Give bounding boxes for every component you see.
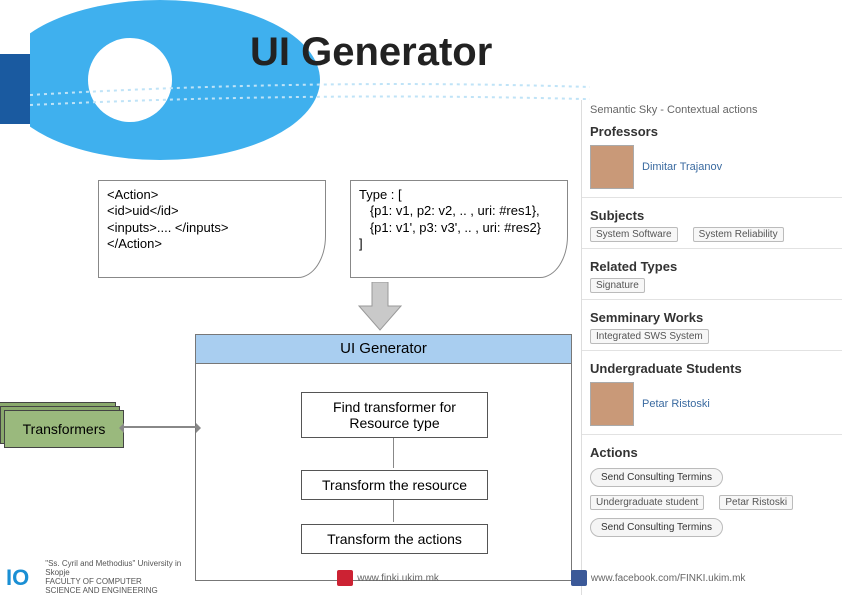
footer: IO "Ss. Cyril and Methodius" University … [0,561,842,595]
tag-action[interactable]: Undergraduate student [590,495,704,510]
connector-line [393,438,394,468]
ui-generator-box: UI Generator Find transformer for Resour… [195,334,572,581]
section-related-types: Related Types [582,253,842,276]
step-transform-resource: Transform the resource [301,470,488,500]
divider [582,434,842,435]
ui-generator-header: UI Generator [196,335,571,364]
tag-related[interactable]: Signature [590,278,645,293]
section-professors: Professors [582,118,842,141]
tag-subject[interactable]: System Reliability [693,227,784,242]
faculty-line3: SCIENCE AND ENGINEERING [45,587,205,595]
divider [582,248,842,249]
student-name[interactable]: Petar Ristoski [642,398,710,410]
logo-icon: IO [6,565,29,591]
student-row: Petar Ristoski [582,378,842,430]
slide: UI Generator <Action> <id>uid</id> <inpu… [0,0,842,595]
web-url: www.finki.ukim.mk [357,573,439,584]
section-undergrad: Undergraduate Students [582,355,842,378]
tag-action[interactable]: Petar Ristoski [719,495,793,510]
step-transform-actions: Transform the actions [301,524,488,554]
avatar [590,382,634,426]
professor-row: Dimitar Trajanov [582,141,842,193]
bidirectional-arrow-icon [124,426,196,428]
fb-url: www.facebook.com/FINKI.ukim.mk [591,573,745,584]
action-send-termins-2[interactable]: Send Consulting Termins [590,518,723,537]
tag-subject[interactable]: System Software [590,227,678,242]
faculty-line1: "Ss. Cyril and Methodius" University in … [45,560,205,578]
step-find-transformer: Find transformer for Resource type [301,392,488,438]
avatar [590,145,634,189]
divider [582,299,842,300]
web-icon [337,570,353,586]
ui-generator-body: Find transformer for Resource type Trans… [196,364,571,581]
section-actions: Actions [582,439,842,462]
section-seminary: Semminary Works [582,304,842,327]
facebook-icon [571,570,587,586]
tag-seminary[interactable]: Integrated SWS System [590,329,709,344]
xml-action-text: <Action> <id>uid</id> <inputs>.... </inp… [107,187,317,252]
panel-app-title: Semantic Sky - Contextual actions [582,100,842,118]
divider [582,350,842,351]
header-blue-shape [30,0,590,160]
footer-link-web[interactable]: www.finki.ukim.mk [337,570,439,586]
side-panel: Semantic Sky - Contextual actions Profes… [581,100,842,595]
section-subjects: Subjects [582,202,842,225]
type-json-text: Type : [ {p1: v1, p2: v2, .. , uri: #res… [359,187,559,252]
footer-link-facebook[interactable]: www.facebook.com/FINKI.ukim.mk [571,570,745,586]
professor-name[interactable]: Dimitar Trajanov [642,161,722,173]
page-title: UI Generator [250,30,492,75]
transformers-label: Transformers [4,410,124,448]
faculty-text: "Ss. Cyril and Methodius" University in … [45,560,205,595]
action-send-termins[interactable]: Send Consulting Termins [590,468,723,487]
arrow-down-icon [355,282,405,332]
connector-line [393,500,394,522]
divider [582,197,842,198]
